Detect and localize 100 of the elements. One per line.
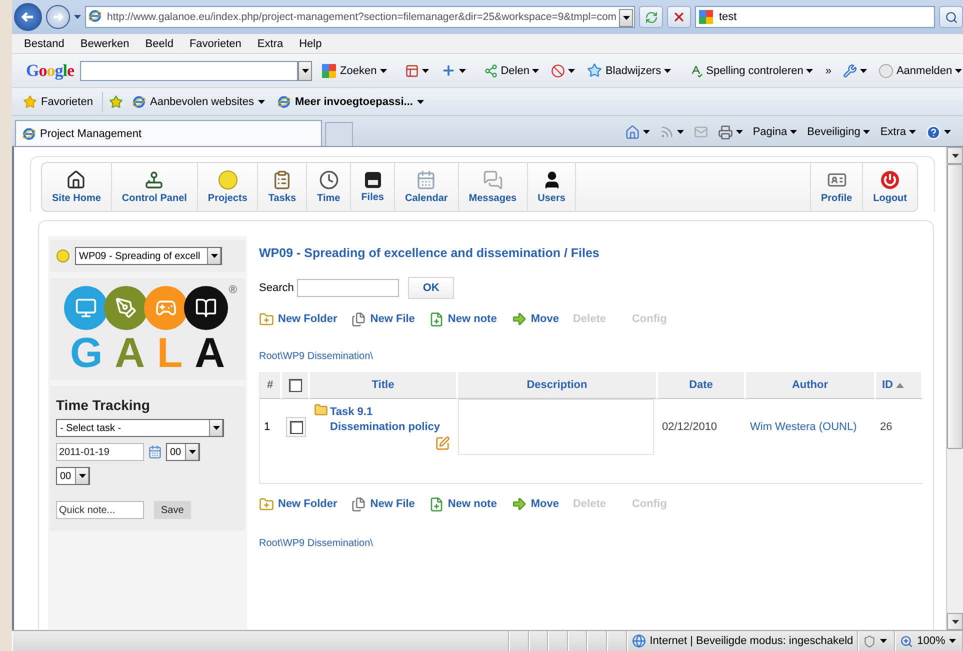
status-text: Internet | Beveiligde modus: ingeschakeld (650, 635, 854, 647)
toolbar-action[interactable]: New File (351, 312, 415, 326)
toolbar-button[interactable]: Bladwijzers (584, 61, 674, 80)
toolbar-action[interactable]: Move (510, 311, 559, 327)
command-menu[interactable]: Pagina (750, 125, 800, 139)
section-title: Time Tracking (56, 397, 151, 413)
nav-item[interactable]: Messages (458, 163, 528, 211)
toolbar-button[interactable]: Aanmelden (876, 62, 963, 80)
help-button[interactable] (924, 124, 953, 140)
favorites-link[interactable]: Aanbevolen websites (128, 92, 268, 110)
toolbar-button[interactable]: Zoeken (318, 60, 390, 80)
nav-item[interactable]: Projects (198, 163, 258, 211)
save-button[interactable]: Save (154, 501, 191, 519)
help-icon (926, 124, 941, 140)
caret-icon (212, 426, 220, 430)
blocker-icon (551, 64, 566, 78)
calendar-icon[interactable] (148, 445, 162, 459)
hour-select[interactable]: 00 (166, 443, 200, 461)
back-button[interactable] (14, 3, 42, 31)
column-header[interactable]: Date (689, 379, 713, 391)
file-title-link[interactable]: Task 9.1 Dissemination policy (330, 405, 448, 435)
quick-note-field[interactable]: Quick note... (56, 501, 144, 519)
nav-item[interactable]: Control Panel (112, 163, 198, 211)
menu-item[interactable]: Help (291, 38, 330, 50)
task-select[interactable]: - Select task - (56, 419, 224, 437)
dropdown-button[interactable] (619, 9, 633, 27)
clock-icon (318, 170, 339, 190)
caret-icon (949, 639, 956, 643)
caret-icon (642, 130, 650, 134)
column-header[interactable]: Author (792, 379, 828, 391)
column-header[interactable]: Description (526, 379, 588, 391)
nav-item[interactable]: Logout (862, 163, 917, 211)
breadcrumb-link[interactable]: Root\WP9 Dissemination\ (259, 351, 373, 362)
search-field[interactable]: test (695, 6, 935, 28)
printer-icon (718, 124, 733, 140)
dropdown-button[interactable] (298, 60, 312, 80)
caret-icon (258, 100, 265, 104)
nav-item[interactable]: Time (307, 163, 352, 211)
caret-icon (532, 68, 540, 72)
google-icon (698, 9, 714, 25)
toolbar-search-field[interactable] (80, 60, 298, 80)
status-panel (528, 631, 548, 651)
toolbar-action[interactable]: New note (428, 496, 497, 512)
nav-item[interactable]: Tasks (258, 163, 308, 211)
command-menu[interactable]: Beveiliging (805, 125, 872, 139)
print-button[interactable] (716, 124, 745, 140)
select-all-checkbox[interactable] (288, 378, 302, 392)
nav-item[interactable]: Users (528, 163, 576, 211)
favorites-link[interactable]: Meer invoegtoepassi... (274, 92, 427, 110)
column-header[interactable]: ID (882, 379, 893, 391)
user-circle-icon (879, 64, 894, 78)
toolbar-action[interactable]: New note (428, 312, 497, 326)
stop-button[interactable] (667, 6, 691, 28)
menu-item[interactable]: Bewerken (72, 38, 138, 50)
refresh-button[interactable] (639, 6, 663, 28)
date-field[interactable]: 2011-01-19 (56, 443, 144, 461)
menu-item[interactable]: Beeld (137, 38, 182, 50)
menu-item[interactable]: Favorieten (181, 38, 250, 50)
edit-icon[interactable] (435, 436, 450, 451)
minute-select[interactable]: 00 (56, 467, 90, 485)
column-header[interactable]: Title (372, 379, 394, 391)
search-button[interactable] (939, 6, 963, 28)
toolbar-action[interactable]: New Folder (259, 496, 338, 512)
share-icon (484, 64, 498, 78)
status-panel (587, 631, 608, 651)
favorites-button[interactable]: Favorieten (20, 92, 96, 110)
nav-item[interactable]: Calendar (394, 163, 459, 211)
row-checkbox[interactable] (290, 420, 302, 434)
nav-item[interactable]: Site Home (42, 163, 112, 211)
shield-icon[interactable] (863, 634, 876, 648)
author-link[interactable]: Wim Westera (OUNL) (750, 421, 857, 433)
browser-tab[interactable]: Project Management (15, 120, 322, 146)
toolbar-action[interactable]: Move (510, 496, 559, 512)
scrollbar[interactable] (946, 147, 963, 630)
toolbar-button[interactable]: Delen (480, 62, 542, 80)
command-menu[interactable]: Extra (878, 125, 918, 139)
add-favorite-icon[interactable] (108, 94, 123, 108)
project-select[interactable]: WP09 - Spreading of excell (75, 247, 222, 265)
files-icon (351, 496, 366, 512)
toolbar-action[interactable]: New Folder (259, 312, 338, 326)
search-field[interactable] (296, 279, 399, 297)
zoom-button[interactable]: 100% (895, 631, 963, 651)
ok-button[interactable]: OK (408, 277, 454, 299)
forward-button[interactable] (46, 5, 70, 29)
search-label: Search (259, 282, 294, 294)
toolbar-button[interactable]: » (822, 62, 834, 78)
nav-item[interactable]: Profile (810, 163, 862, 211)
menu-item[interactable]: Extra (249, 38, 292, 50)
mail-icon (694, 125, 708, 139)
caret-icon (568, 68, 576, 72)
nav-item[interactable]: Files (351, 163, 395, 211)
breadcrumb-link[interactable]: Root\WP9 Dissemination\ (259, 538, 373, 549)
address-field[interactable]: http://www.galanoe.eu/index.php/project-management?section=filemanager&dir=25&workspace=9&tmpl=com (85, 6, 635, 28)
wrench-icon (843, 64, 858, 78)
menu-item[interactable]: Bestand (16, 38, 72, 50)
toolbar-action[interactable]: New File (351, 496, 415, 512)
search-icon (944, 10, 958, 24)
caret-icon (188, 450, 196, 454)
caret-icon (955, 68, 962, 72)
toolbar-button[interactable]: Spelling controleren (686, 62, 816, 80)
